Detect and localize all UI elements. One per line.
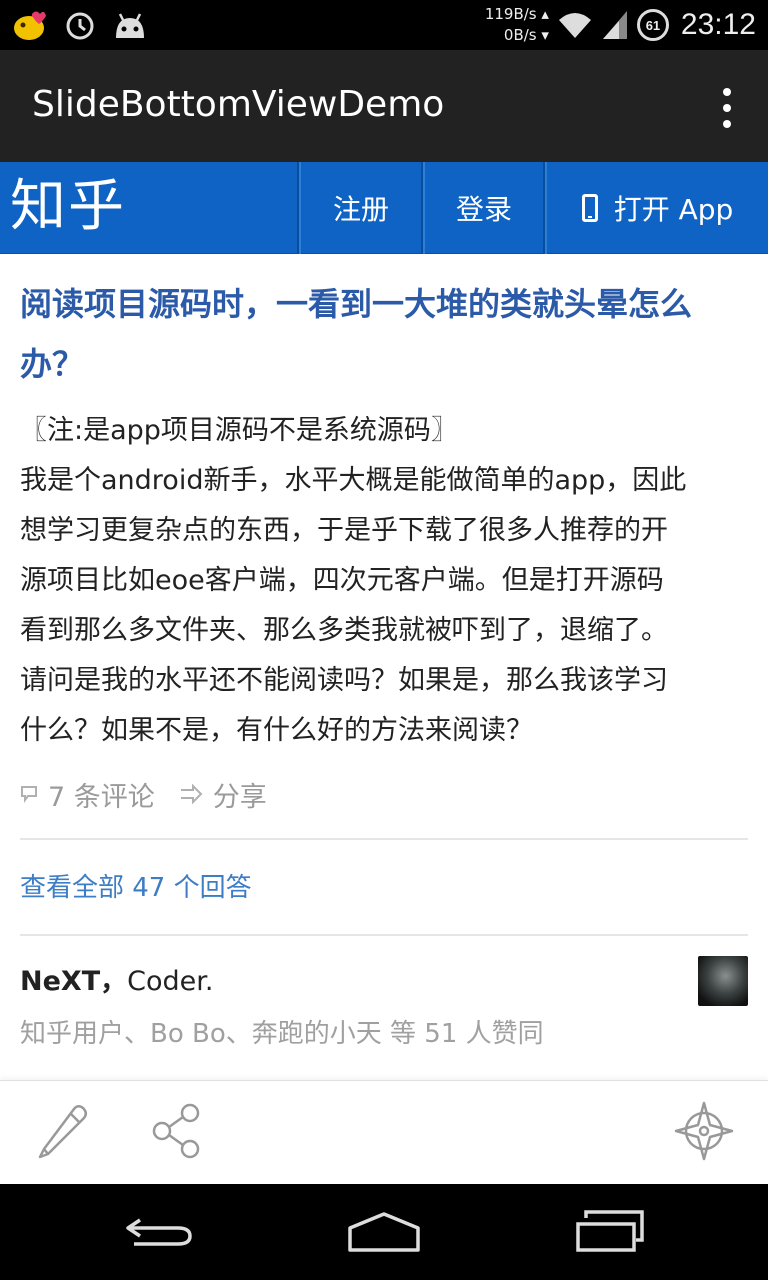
signal-icon: [602, 11, 627, 39]
register-button[interactable]: 注册: [299, 162, 421, 254]
wifi-icon: [558, 13, 591, 38]
share-arrow-icon: [180, 784, 203, 804]
divider: [20, 838, 748, 840]
notification-app-icon: [14, 11, 46, 40]
recents-icon[interactable]: [570, 1206, 650, 1256]
question-title[interactable]: 阅读项目源码时，一看到一大堆的类就头晕怎么办？: [20, 274, 748, 394]
question-body-line: 〖注:是app项目源码不是系统源码〗: [20, 415, 458, 446]
system-indicators: 119B/s ▴ 0B/s ▾ 61 23:12: [485, 0, 756, 50]
share-link[interactable]: 分享: [213, 775, 267, 814]
zhihu-header: 知乎 注册 登录 打开 App: [0, 162, 768, 254]
app-title: SlideBottomViewDemo: [32, 84, 445, 125]
overflow-dot: [723, 88, 731, 96]
compass-icon[interactable]: [672, 1099, 736, 1163]
question-meta: 7 条评论 分享: [20, 772, 267, 816]
avatar[interactable]: [698, 956, 748, 1006]
question-body-line: 什么？如果不是，有什么好的方法来阅读？: [20, 715, 533, 746]
answer-voters: 知乎用户、Bo Bo、奔跑的小天 等 51 人赞同: [20, 1019, 544, 1049]
question-body-line: 请问是我的水平还不能阅读吗？如果是，那么我该学习: [20, 665, 668, 696]
overflow-dot: [723, 120, 731, 128]
alarm-icon: [66, 12, 94, 40]
phone-icon: [581, 194, 598, 222]
question-body-line: 看到那么多文件夹、那么多类我就被吓到了，退缩了。: [20, 615, 668, 646]
open-app-button[interactable]: 打开 App: [545, 162, 768, 254]
pencil-icon[interactable]: [30, 1099, 94, 1163]
action-bar: SlideBottomViewDemo: [0, 50, 768, 162]
question-body-line: 想学习更复杂点的东西，于是乎下载了很多人推荐的开: [20, 515, 668, 546]
answer-author[interactable]: NeXT，Coder.: [20, 962, 213, 1002]
bottom-toolbar: [0, 1080, 768, 1184]
zhihu-logo[interactable]: 知乎: [10, 170, 126, 244]
question-body-line: 源项目比如eoe客户端，四次元客户端。但是打开源码: [20, 565, 664, 596]
battery-icon: 61: [636, 9, 669, 41]
system-nav-bar: [0, 1184, 768, 1280]
net-down-speed: 0B/s ▾: [503, 26, 549, 44]
author-bio: Coder.: [127, 966, 214, 997]
network-speed: 119B/s ▴ 0B/s ▾: [485, 4, 549, 46]
author-separator: ，: [100, 966, 128, 997]
share-icon[interactable]: [146, 1099, 210, 1163]
question-body: 〖注:是app项目源码不是系统源码〗 我是个android新手，水平大概是能做简…: [20, 406, 748, 756]
comment-icon: [21, 786, 37, 803]
question-body-line: 我是个android新手，水平大概是能做简单的app，因此: [20, 465, 687, 496]
clock: 23:12: [680, 8, 756, 41]
open-app-label: 打开 App: [613, 193, 734, 226]
net-up-speed: 119B/s ▴: [484, 5, 549, 23]
android-icon: [116, 13, 144, 38]
notification-icons: [12, 8, 148, 42]
author-name: NeXT: [20, 966, 101, 997]
home-icon[interactable]: [344, 1206, 424, 1256]
view-all-answers-link[interactable]: 查看全部 47 个回答: [20, 868, 252, 908]
status-bar: 119B/s ▴ 0B/s ▾ 61 23:12: [0, 0, 768, 50]
comments-link[interactable]: 7 条评论: [48, 775, 155, 814]
overflow-dot: [723, 104, 731, 112]
back-icon[interactable]: [120, 1206, 200, 1256]
divider: [20, 934, 748, 936]
overflow-menu-icon[interactable]: [722, 88, 732, 128]
login-button[interactable]: 登录: [423, 162, 543, 254]
